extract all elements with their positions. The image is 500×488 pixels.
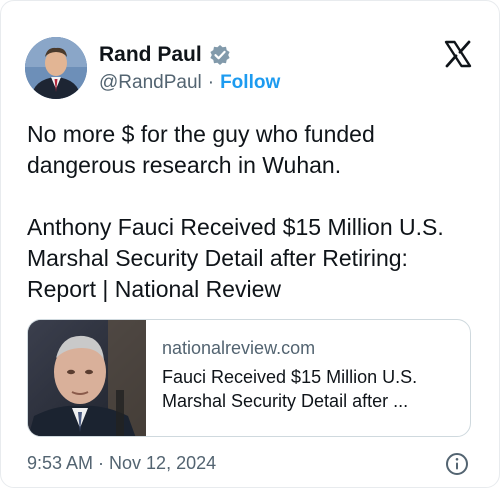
link-info: nationalreview.com Fauci Received $15 Mi… bbox=[146, 320, 452, 436]
handle-row: @RandPaul · Follow bbox=[99, 72, 280, 94]
tweet-text: No more $ for the guy who funded dangero… bbox=[27, 119, 482, 305]
author-name[interactable]: Rand Paul bbox=[99, 43, 202, 67]
follow-button[interactable]: Follow bbox=[220, 72, 280, 94]
author-handle[interactable]: @RandPaul bbox=[99, 72, 202, 94]
tweet-line-2: Anthony Fauci Received $15 Million U.S. … bbox=[27, 214, 444, 302]
tweet-line-1: No more $ for the guy who funded dangero… bbox=[27, 121, 375, 178]
separator-dot: · bbox=[207, 72, 215, 93]
tweet-card: Rand Paul @RandPaul · Follow No more $ f… bbox=[0, 0, 500, 488]
link-preview-card[interactable]: nationalreview.com Fauci Received $15 Mi… bbox=[27, 319, 471, 437]
avatar[interactable] bbox=[25, 37, 87, 99]
x-logo-icon[interactable] bbox=[443, 39, 473, 69]
link-title: Fauci Received $15 Million U.S. Marshal … bbox=[162, 367, 418, 411]
verified-badge-icon bbox=[210, 45, 230, 65]
link-domain: nationalreview.com bbox=[162, 338, 316, 358]
author-name-row[interactable]: Rand Paul bbox=[99, 43, 231, 67]
timestamp[interactable]: 9:53 AM · Nov 12, 2024 bbox=[27, 453, 216, 474]
link-thumbnail bbox=[28, 320, 146, 436]
info-icon[interactable] bbox=[445, 452, 469, 476]
